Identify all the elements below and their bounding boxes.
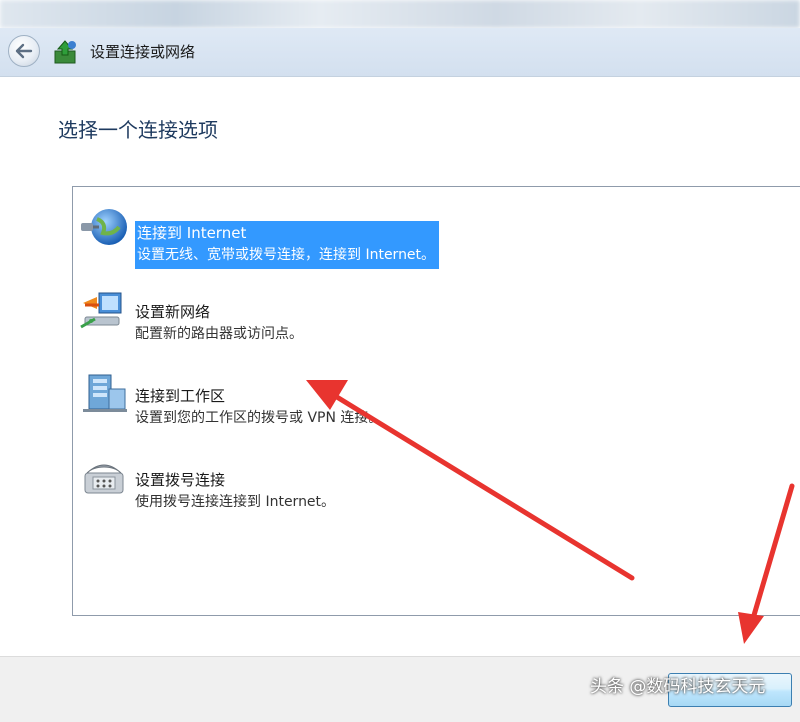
option-description: 配置新的路由器或访问点。 bbox=[135, 326, 303, 342]
option-text-block: 设置拨号连接 使用拨号连接连接到 Internet。 bbox=[135, 469, 335, 513]
option-title: 设置新网络 bbox=[135, 303, 211, 321]
option-connect-workplace[interactable]: 连接到工作区 设置到您的工作区的拨号或 VPN 连接。 bbox=[73, 367, 753, 426]
title-bar bbox=[0, 0, 800, 28]
window-title: 设置连接或网络 bbox=[90, 43, 196, 61]
option-description: 设置无线、宽带或拨号连接，连接到 Internet。 bbox=[137, 247, 436, 263]
router-icon bbox=[80, 292, 122, 329]
back-arrow-icon bbox=[15, 43, 33, 59]
option-title: 设置拨号连接 bbox=[135, 471, 226, 489]
option-text-block: 连接到 Internet 设置无线、宽带或拨号连接，连接到 Internet。 bbox=[135, 221, 440, 269]
back-button[interactable] bbox=[8, 35, 40, 67]
option-setup-new-network[interactable]: 设置新网络 配置新的路由器或访问点。 bbox=[73, 283, 753, 342]
navigation-bar: 设置连接或网络 bbox=[0, 28, 800, 77]
option-title: 连接到工作区 bbox=[135, 387, 226, 405]
option-description: 设置到您的工作区的拨号或 VPN 连接。 bbox=[135, 410, 383, 426]
connection-options-list[interactable]: 连接到 Internet 设置无线、宽带或拨号连接，连接到 Internet。 … bbox=[72, 186, 800, 616]
option-text-block: 连接到工作区 设置到您的工作区的拨号或 VPN 连接。 bbox=[135, 385, 382, 429]
watermark: 头条 @数码科技玄天元 bbox=[590, 677, 766, 697]
dialup-phone-icon bbox=[84, 464, 124, 494]
option-title: 连接到 Internet bbox=[137, 224, 247, 242]
option-setup-dialup[interactable]: 设置拨号连接 使用拨号连接连接到 Internet。 bbox=[73, 451, 753, 510]
option-description: 使用拨号连接连接到 Internet。 bbox=[135, 494, 336, 510]
workplace-icon bbox=[83, 374, 127, 412]
option-connect-internet[interactable]: 连接到 Internet 设置无线、宽带或拨号连接，连接到 Internet。 bbox=[73, 201, 753, 269]
page-heading: 选择一个连接选项 bbox=[58, 118, 218, 142]
globe-icon bbox=[81, 209, 127, 245]
network-setup-icon bbox=[54, 40, 76, 64]
option-text-block: 设置新网络 配置新的路由器或访问点。 bbox=[135, 301, 303, 345]
